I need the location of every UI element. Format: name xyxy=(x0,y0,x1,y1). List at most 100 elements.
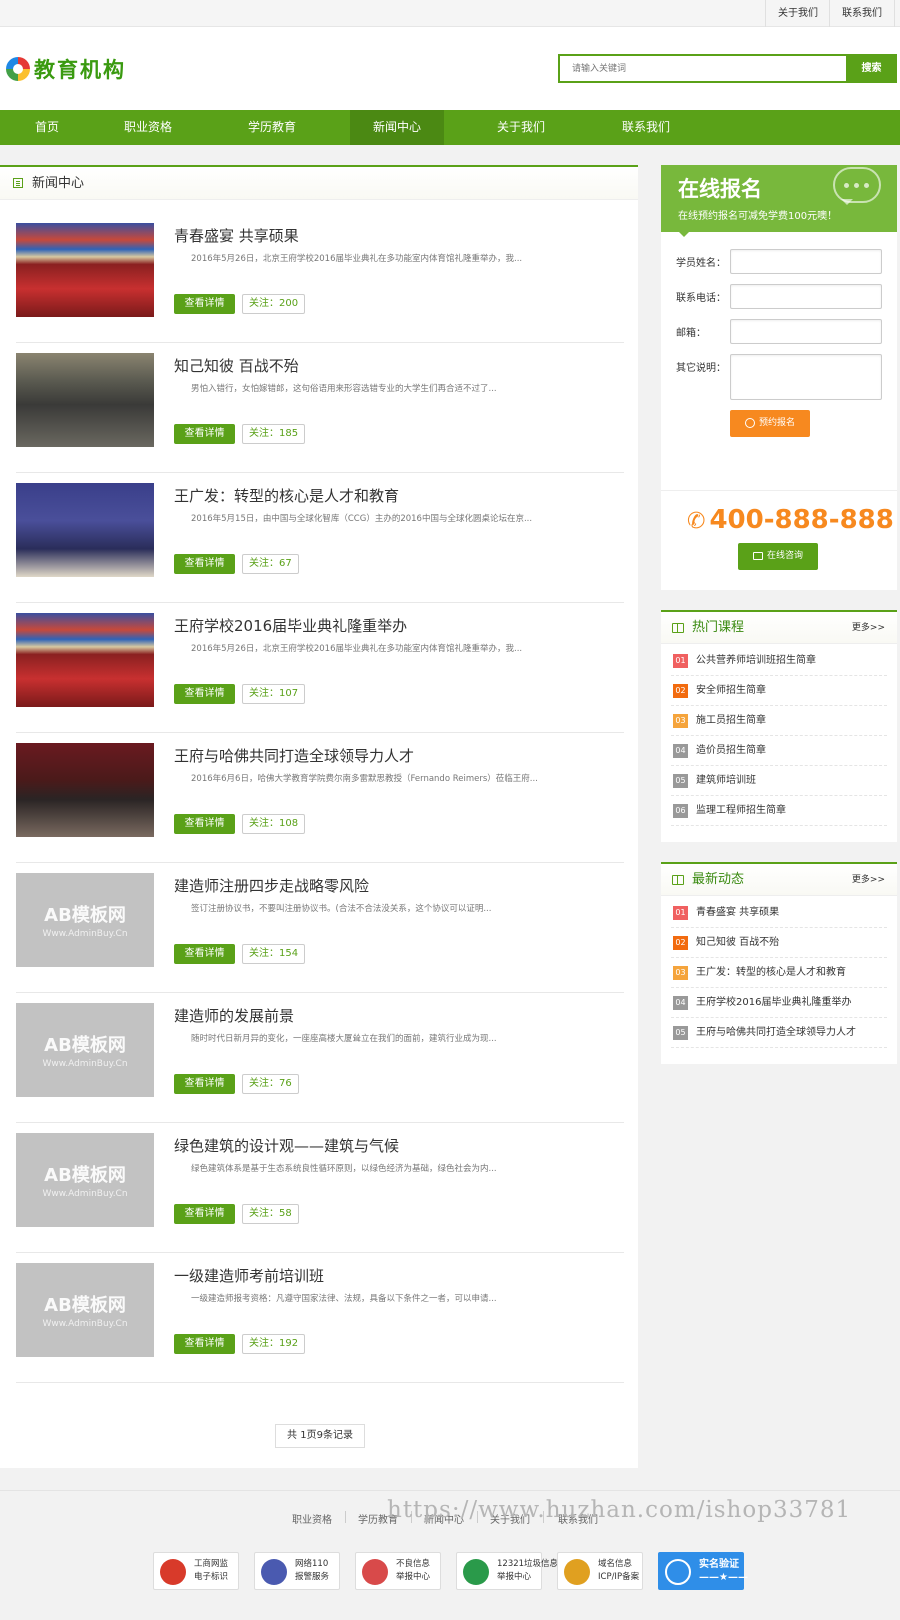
news-thumbnail[interactable]: AB模板网 Www.AdminBuy.Cn xyxy=(16,1133,154,1227)
view-detail-button[interactable]: 查看详情 xyxy=(174,684,235,704)
item-label: 造价员招生简章 xyxy=(696,745,766,756)
registration-subtitle: 在线预约报名可减免学费100元噢！ xyxy=(678,211,838,222)
news-thumbnail[interactable]: AB模板网 Www.AdminBuy.Cn xyxy=(16,1263,154,1357)
trust-badge[interactable]: 实名验证 ——★—— xyxy=(658,1552,748,1590)
follow-count: 关注：107 xyxy=(242,684,306,704)
news-thumbnail[interactable]: AB模板网 Www.AdminBuy.Cn xyxy=(16,873,154,967)
badge-line1: 工商网监 xyxy=(194,1559,229,1569)
top-bar: 关于我们 联系我们 xyxy=(0,0,900,27)
item-label: 监理工程师招生简章 xyxy=(696,805,786,816)
news-title[interactable]: 王府与哈佛共同打造全球领导力人才 xyxy=(174,745,414,766)
view-detail-button[interactable]: 查看详情 xyxy=(174,294,235,314)
consult-button[interactable]: 在线咨询 xyxy=(738,543,818,570)
phone-label: 联系电话： xyxy=(676,293,726,304)
hot-course-item[interactable]: 03 施工员招生简章 xyxy=(671,705,887,736)
item-label: 王府学校2016届毕业典礼隆重举办 xyxy=(696,997,852,1008)
latest-news-item[interactable]: 04 王府学校2016届毕业典礼隆重举办 xyxy=(671,987,887,1018)
view-detail-button[interactable]: 查看详情 xyxy=(174,1204,235,1224)
view-detail-button[interactable]: 查看详情 xyxy=(174,1334,235,1354)
news-thumbnail[interactable] xyxy=(16,613,154,707)
badge-icon xyxy=(463,1559,489,1585)
view-detail-button[interactable]: 查看详情 xyxy=(174,1074,235,1094)
view-detail-button[interactable]: 查看详情 xyxy=(174,944,235,964)
reserve-button-label: 预约报名 xyxy=(758,418,795,428)
pagination[interactable]: 共 1页9条记录 xyxy=(275,1424,365,1448)
search-input[interactable] xyxy=(560,56,846,81)
nav-item-qualification[interactable]: 职业资格 xyxy=(101,110,195,145)
latest-news-item[interactable]: 02 知己知彼 百战不殆 xyxy=(671,927,887,958)
view-detail-button[interactable]: 查看详情 xyxy=(174,814,235,834)
trust-badge[interactable]: 域名信息 ICP/IP备案 xyxy=(557,1552,643,1590)
top-link-about[interactable]: 关于我们 xyxy=(765,0,830,27)
news-title[interactable]: 绿色建筑的设计观——建筑与气候 xyxy=(174,1135,399,1156)
trust-badge[interactable]: 工商网监 电子标识 xyxy=(153,1552,239,1590)
nav-item-news[interactable]: 新闻中心 xyxy=(350,110,444,145)
site-logo[interactable]: 教育机构 xyxy=(6,55,126,83)
news-item: AB模板网 Www.AdminBuy.Cn 绿色建筑的设计观——建筑与气候 绿色建筑体… xyxy=(16,1119,624,1253)
follow-count: 关注：185 xyxy=(242,424,306,444)
hot-course-item[interactable]: 04 造价员招生简章 xyxy=(671,735,887,766)
trust-badge[interactable]: 12321垃圾信息 举报中心 xyxy=(456,1552,558,1590)
phone-field[interactable] xyxy=(730,284,882,309)
badge-icon xyxy=(261,1559,287,1585)
news-panel-title: 新闻中心 xyxy=(32,176,85,191)
latest-news-item[interactable]: 01 青春盛宴 共享硕果 xyxy=(671,897,887,928)
news-title[interactable]: 建造师的发展前景 xyxy=(174,1005,294,1026)
news-thumbnail[interactable]: AB模板网 Www.AdminBuy.Cn xyxy=(16,1003,154,1097)
news-title[interactable]: 青春盛宴 共享硕果 xyxy=(174,225,299,246)
latest-news-header: 最新动态 更多>> xyxy=(661,864,897,896)
item-label: 青春盛宴 共享硕果 xyxy=(696,907,780,918)
news-item: 王广发：转型的核心是人才和教育 2016年5月15日，由中国与全球化智库（CCG）… xyxy=(16,469,624,603)
view-detail-button[interactable]: 查看详情 xyxy=(174,424,235,444)
search-button[interactable]: 搜索 xyxy=(846,54,897,83)
hot-courses-header: 热门课程 更多>> xyxy=(661,612,897,644)
rank-badge: 02 xyxy=(673,936,688,950)
nav-item-contact[interactable]: 联系我们 xyxy=(599,110,693,145)
news-title[interactable]: 知己知彼 百战不殆 xyxy=(174,355,299,376)
news-title[interactable]: 王广发：转型的核心是人才和教育 xyxy=(174,485,399,506)
latest-news-more-link[interactable]: 更多>> xyxy=(852,864,885,896)
nav-item-home[interactable]: 首页 xyxy=(0,110,94,145)
latest-news-item[interactable]: 05 王府与哈佛共同打造全球领导力人才 xyxy=(671,1017,887,1048)
badge-line1: 域名信息 xyxy=(598,1559,633,1569)
view-detail-button[interactable]: 查看详情 xyxy=(174,554,235,574)
trust-badge[interactable]: 网络110 报警服务 xyxy=(254,1552,340,1590)
logo-text: 教育机构 xyxy=(34,58,126,82)
news-title[interactable]: 建造师注册四步走战略零风险 xyxy=(174,875,369,896)
rank-badge: 01 xyxy=(673,654,688,668)
hot-course-item[interactable]: 05 建筑师培训班 xyxy=(671,765,887,796)
clock-icon xyxy=(744,417,755,428)
name-field[interactable] xyxy=(730,249,882,274)
placeholder-line1: AB模板网 xyxy=(44,905,126,926)
note-textarea[interactable] xyxy=(730,354,882,400)
book-icon xyxy=(672,875,684,885)
news-thumbnail[interactable] xyxy=(16,483,154,577)
hot-course-item[interactable]: 01 公共营养师培训班招生简章 xyxy=(671,645,887,676)
footer-link[interactable]: 职业资格 xyxy=(292,1511,332,1526)
news-title[interactable]: 王府学校2016届毕业典礼隆重举办 xyxy=(174,615,407,636)
hot-course-item[interactable]: 06 监理工程师招生简章 xyxy=(671,795,887,826)
news-thumbnail[interactable] xyxy=(16,353,154,447)
news-thumbnail[interactable] xyxy=(16,743,154,837)
badge-line1: 12321垃圾信息 xyxy=(497,1559,559,1569)
nav-item-about[interactable]: 关于我们 xyxy=(474,110,568,145)
trust-badge[interactable]: 不良信息 举报中心 xyxy=(355,1552,441,1590)
news-item: 知己知彼 百战不殆 男怕入错行，女怕嫁错郎，这句俗语用来形容选错专业的大学生们再合… xyxy=(16,339,624,473)
email-field[interactable] xyxy=(730,319,882,344)
placeholder-line2: Www.AdminBuy.Cn xyxy=(42,1319,128,1329)
reserve-button[interactable]: 预约报名 xyxy=(730,410,810,437)
nav-item-education[interactable]: 学历教育 xyxy=(225,110,319,145)
latest-news-item[interactable]: 03 王广发：转型的核心是人才和教育 xyxy=(671,957,887,988)
rank-badge: 05 xyxy=(673,774,688,788)
item-label: 建筑师培训班 xyxy=(696,775,756,786)
news-thumbnail[interactable] xyxy=(16,223,154,317)
news-item: AB模板网 Www.AdminBuy.Cn 建造师的发展前景 随时时代日新月异的变化，… xyxy=(16,989,624,1123)
badge-line1: 实名验证 xyxy=(699,1559,739,1570)
name-label: 学员姓名： xyxy=(676,258,726,269)
hot-courses-more-link[interactable]: 更多>> xyxy=(852,612,885,644)
hot-course-item[interactable]: 02 安全师招生简章 xyxy=(671,675,887,706)
rank-badge: 03 xyxy=(673,966,688,980)
news-title[interactable]: 一级建造师考前培训班 xyxy=(174,1265,324,1286)
top-link-contact[interactable]: 联系我们 xyxy=(829,0,895,27)
placeholder-line1: AB模板网 xyxy=(44,1295,126,1316)
